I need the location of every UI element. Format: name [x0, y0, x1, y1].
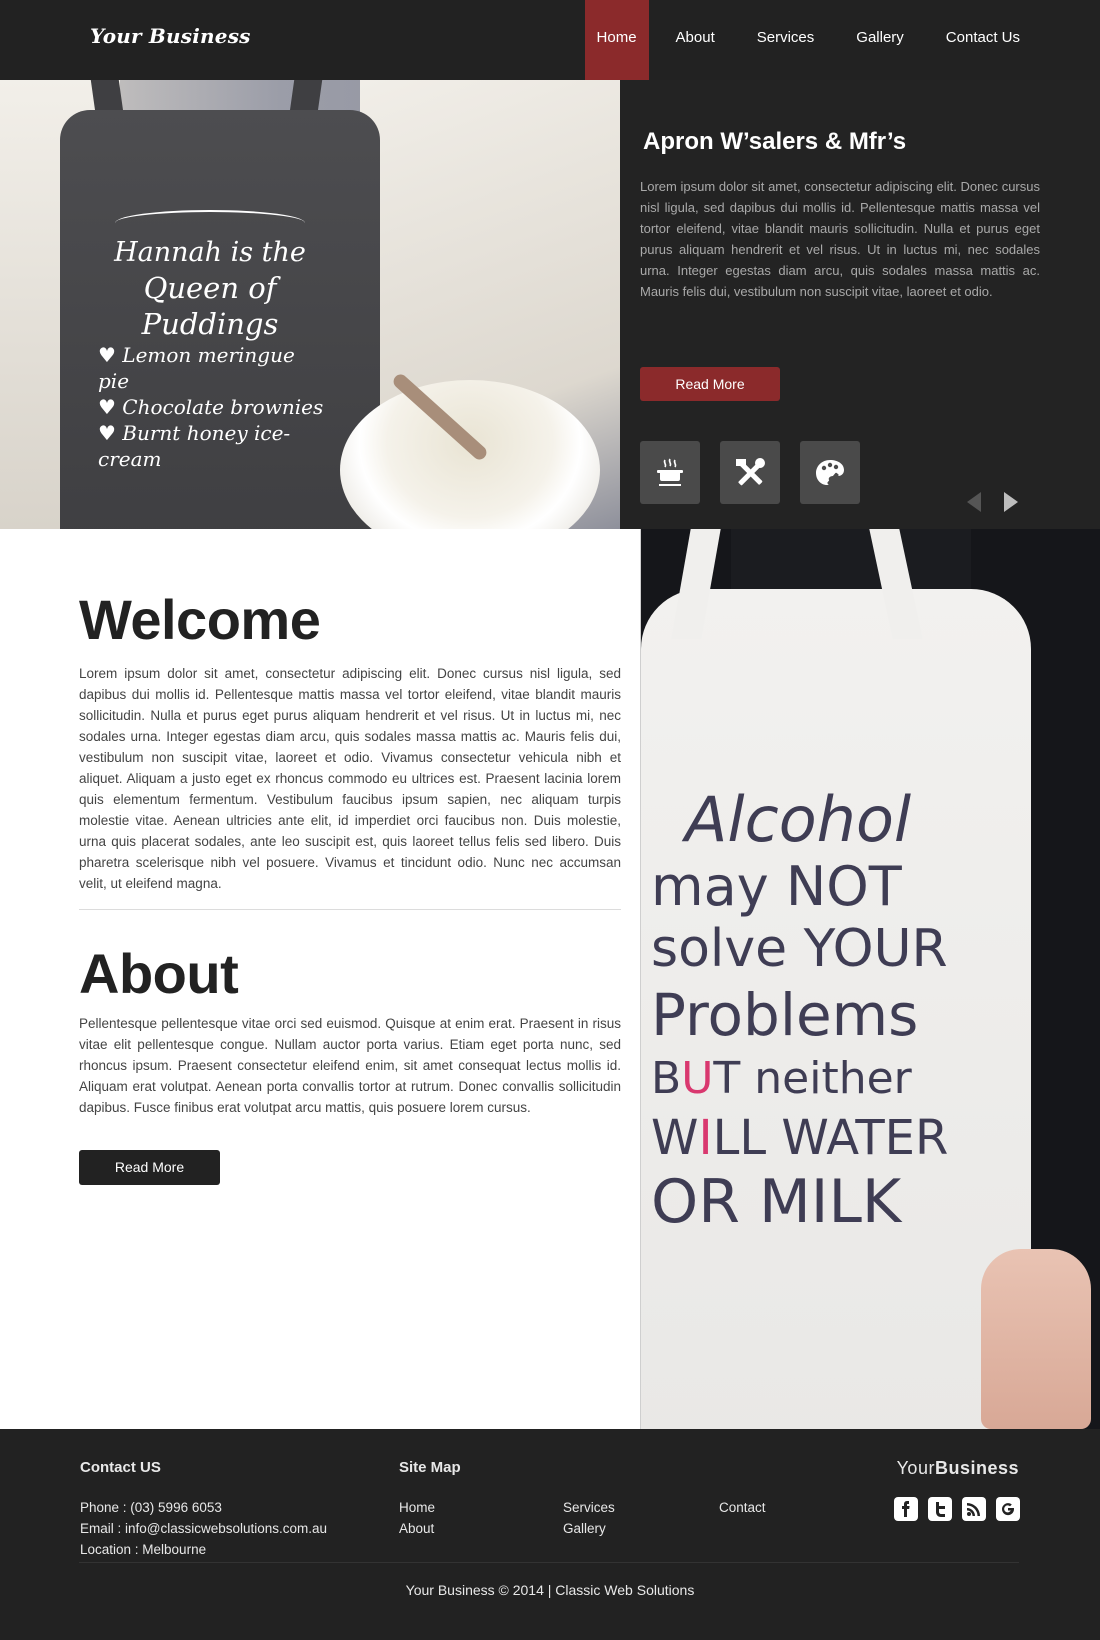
cooking-pot-icon[interactable]	[640, 441, 700, 504]
site-logo[interactable]: Your Business	[90, 24, 251, 48]
about-text: Pellentesque pellentesque vitae orci sed…	[79, 1016, 621, 1115]
hero-image-apron: Hannah is the Queen of Puddings ♥ Lemon …	[0, 80, 620, 529]
facebook-icon[interactable]	[894, 1497, 918, 1521]
contact-location: Location : Melbourne	[80, 1542, 207, 1557]
rss-icon[interactable]	[962, 1497, 986, 1521]
hand	[981, 1249, 1091, 1429]
palette-icon[interactable]	[800, 441, 860, 504]
hero-description: Lorem ipsum dolor sit amet, consectetur …	[640, 179, 1040, 299]
hero-panel: Apron W’salers & Mfr’s Lorem ipsum dolor…	[620, 80, 1100, 529]
google-icon[interactable]	[996, 1497, 1020, 1521]
slider-prev-arrow-icon[interactable]	[965, 491, 983, 518]
nav-about[interactable]: About	[655, 0, 736, 80]
apron-slogan: Alcohol may NOT solve YOUR Problems BUT …	[651, 783, 949, 1237]
sitemap-gallery[interactable]: Gallery	[563, 1521, 606, 1536]
main-content: Welcome Lorem ipsum dolor sit amet, cons…	[0, 529, 1100, 1429]
sitemap-contact[interactable]: Contact	[719, 1500, 766, 1515]
section-divider	[79, 909, 621, 910]
side-image-apron: Alcohol may NOT solve YOUR Problems BUT …	[640, 529, 1100, 1429]
hero-slider: Hannah is the Queen of Puddings ♥ Lemon …	[0, 80, 1100, 529]
sitemap-home[interactable]: Home	[399, 1500, 435, 1515]
contact-heading: Contact US	[80, 1459, 161, 1476]
contact-phone: Phone : (03) 5996 6053	[80, 1500, 222, 1515]
slider-next-arrow-icon[interactable]	[1002, 491, 1020, 518]
sitemap-services[interactable]: Services	[563, 1500, 615, 1515]
apron-item: ♥ Lemon meringue pie	[98, 343, 295, 393]
hero-title: Apron W’salers & Mfr’s	[643, 128, 907, 155]
tools-icon[interactable]	[720, 441, 780, 504]
nav-contact-us[interactable]: Contact Us	[925, 0, 1100, 80]
nav-home[interactable]: Home	[584, 0, 649, 80]
site-header: Your Business Home About Services Galler…	[0, 0, 1100, 80]
nav-services[interactable]: Services	[736, 0, 836, 80]
main-nav: Home About Services Gallery Contact Us	[584, 0, 1100, 80]
footer-logo: YourBusiness	[896, 1458, 1019, 1478]
swirl-ornament	[115, 210, 305, 236]
apron-print-text: Hannah is the Queen of Puddings ♥ Lemon …	[90, 210, 330, 472]
apron-item: ♥ Chocolate brownies	[98, 395, 324, 419]
nav-gallery[interactable]: Gallery	[835, 0, 925, 80]
apron-item: ♥ Burnt honey ice-cream	[98, 421, 291, 471]
contact-email[interactable]: Email : info@classicwebsolutions.com.au	[80, 1521, 327, 1536]
copyright: Your Business © 2014 | Classic Web Solut…	[405, 1582, 695, 1598]
apron-line-2: Queen of Puddings	[141, 271, 279, 341]
site-footer: Contact US Phone : (03) 5996 6053 Email …	[0, 1429, 1100, 1640]
sitemap-about[interactable]: About	[399, 1521, 434, 1536]
welcome-text: Lorem ipsum dolor sit amet, consectetur …	[79, 666, 621, 891]
hero-read-more-button[interactable]: Read More	[640, 367, 780, 401]
about-heading: About	[79, 942, 239, 1005]
about-read-more-button[interactable]: Read More	[79, 1150, 220, 1185]
sitemap-heading: Site Map	[399, 1459, 461, 1476]
welcome-heading: Welcome	[79, 588, 321, 651]
twitter-icon[interactable]	[928, 1497, 952, 1521]
wine-glass-icon: U	[681, 1053, 714, 1104]
apron-line-1: Hannah is the	[114, 237, 306, 268]
footer-divider	[79, 1562, 1019, 1563]
